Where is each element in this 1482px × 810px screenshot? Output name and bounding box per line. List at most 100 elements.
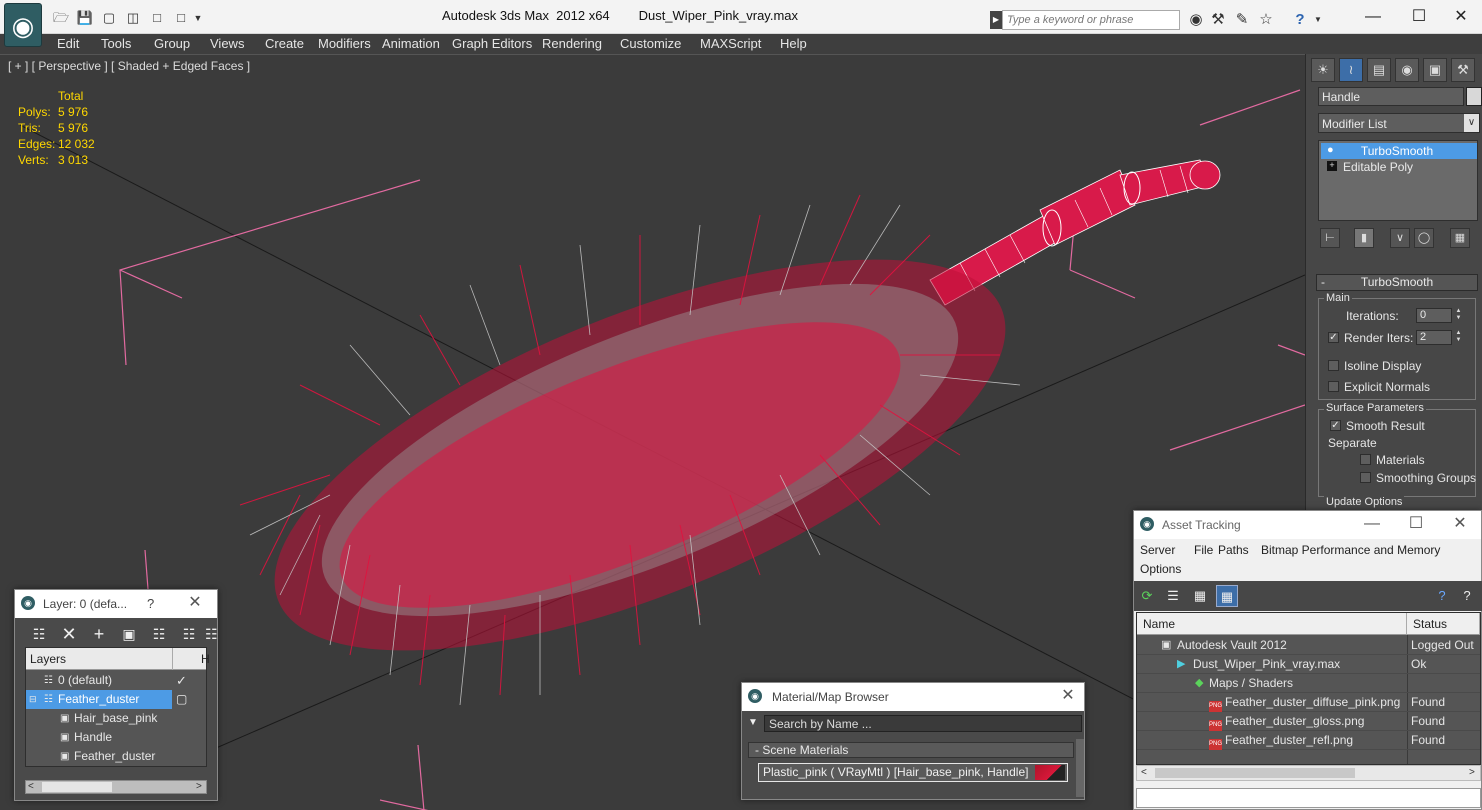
- scroll-thumb[interactable]: [1155, 768, 1355, 778]
- scroll-right-icon[interactable]: >: [1469, 767, 1475, 778]
- help-icon[interactable]: ?: [1431, 585, 1453, 607]
- scroll-right-icon[interactable]: >: [196, 781, 202, 792]
- column-header-name[interactable]: Name: [1137, 613, 1407, 635]
- menu-customize[interactable]: Customize: [620, 36, 681, 51]
- asset-row[interactable]: PNG Feather_duster_gloss.png Found: [1137, 712, 1480, 731]
- asset-row[interactable]: ◆ Maps / Shaders: [1137, 674, 1480, 693]
- layers-column-header[interactable]: Layers: [30, 652, 66, 666]
- select-objects-icon[interactable]: ▣: [119, 624, 139, 644]
- refresh-icon[interactable]: ⟳: [1136, 585, 1158, 607]
- minimize-button[interactable]: —: [1350, 4, 1396, 30]
- at-menu-server[interactable]: Server: [1140, 543, 1175, 557]
- help-dropdown-icon[interactable]: ▼: [1308, 10, 1328, 30]
- menu-graph-editors[interactable]: Graph Editors: [452, 36, 532, 51]
- render-iters-checkbox[interactable]: ✓: [1328, 332, 1339, 343]
- explicit-normals-checkbox[interactable]: [1328, 381, 1339, 392]
- at-menu-bitmap-performance[interactable]: Bitmap Performance and Memory: [1261, 543, 1440, 557]
- material-browser-close-button[interactable]: ✕: [1056, 687, 1080, 705]
- hide-all-icon[interactable]: ☷: [179, 624, 199, 644]
- open-file-icon[interactable]: 🗁: [52, 9, 70, 27]
- at-menu-file[interactable]: File: [1194, 543, 1213, 557]
- scroll-thumb[interactable]: [42, 782, 112, 792]
- at-menu-options[interactable]: Options: [1140, 562, 1181, 576]
- asset-horizontal-scrollbar[interactable]: < >: [1136, 765, 1481, 781]
- asset-row[interactable]: ▶ Dust_Wiper_Pink_vray.max Ok: [1137, 655, 1480, 674]
- column-header-status[interactable]: Status: [1407, 613, 1480, 635]
- list-view-icon[interactable]: ☰: [1162, 585, 1184, 607]
- iterations-field[interactable]: 0: [1416, 308, 1452, 323]
- scene-materials-group[interactable]: - Scene Materials: [748, 742, 1074, 758]
- materials-checkbox[interactable]: [1360, 454, 1371, 465]
- render-iters-field[interactable]: 2: [1416, 330, 1452, 345]
- layer-help-button[interactable]: ?: [147, 596, 154, 611]
- menu-help[interactable]: Help: [780, 36, 807, 51]
- app-logo-icon[interactable]: ◉: [4, 3, 42, 47]
- remove-modifier-icon[interactable]: ◯: [1414, 228, 1434, 248]
- viewport-label[interactable]: [ + ] [ Perspective ] [ Shaded + Edged F…: [8, 59, 250, 73]
- freeze-all-icon[interactable]: ☷: [205, 624, 218, 644]
- modify-tab-icon[interactable]: ≀: [1339, 58, 1363, 82]
- menu-maxscript[interactable]: MAXScript: [700, 36, 761, 51]
- object-color-swatch[interactable]: [1466, 87, 1482, 106]
- highlight-layer-icon[interactable]: ☷: [149, 624, 169, 644]
- chevron-down-icon[interactable]: ∨: [1464, 114, 1479, 132]
- layer-row[interactable]: ⊟ ☷ Feather_duster ▢: [26, 690, 206, 709]
- asset-close-button[interactable]: ✕: [1448, 515, 1472, 533]
- stack-item-turbosmooth[interactable]: TurboSmooth: [1321, 143, 1477, 159]
- menu-create[interactable]: Create: [265, 36, 304, 51]
- new-layer-icon[interactable]: ☷: [29, 624, 49, 644]
- search-input[interactable]: Type a keyword or phrase: [1002, 10, 1180, 30]
- layer-object-row[interactable]: ▣ Feather_duster: [26, 747, 206, 766]
- redo-icon[interactable]: □: [172, 9, 190, 27]
- make-unique-icon[interactable]: ∨: [1390, 228, 1410, 248]
- isoline-display-checkbox[interactable]: [1328, 360, 1339, 371]
- stack-item-editable-poly[interactable]: Editable Poly: [1321, 159, 1477, 175]
- material-vertical-scrollbar[interactable]: [1076, 739, 1084, 797]
- layer-close-button[interactable]: ✕: [183, 594, 207, 612]
- object-name-field[interactable]: Handle: [1318, 87, 1464, 106]
- asset-row[interactable]: ▣ Autodesk Vault 2012 Logged Out: [1137, 636, 1480, 655]
- current-layer-check-icon[interactable]: ✓: [176, 671, 187, 690]
- thumbnail-view-icon[interactable]: ▦: [1189, 585, 1211, 607]
- lightbulb-icon[interactable]: ●: [1327, 144, 1334, 156]
- configure-modifier-sets-icon[interactable]: ▦: [1450, 228, 1470, 248]
- at-menu-paths[interactable]: Paths: [1218, 543, 1249, 557]
- material-item[interactable]: Plastic_pink ( VRayMtl ) [Hair_base_pink…: [758, 763, 1068, 782]
- quick-access-dropdown-icon[interactable]: ▼: [192, 9, 204, 27]
- layer-object-row[interactable]: ▣ Handle: [26, 728, 206, 747]
- display-tab-icon[interactable]: ▣: [1423, 58, 1447, 82]
- add-to-layer-icon[interactable]: +: [89, 624, 109, 644]
- hierarchy-tab-icon[interactable]: ▤: [1367, 58, 1391, 82]
- menu-views[interactable]: Views: [210, 36, 244, 51]
- iterations-spinner-icon[interactable]: ▲ ▼: [1454, 308, 1463, 323]
- help-question-icon[interactable]: ?: [1290, 10, 1310, 30]
- visibility-icon[interactable]: ▢: [176, 690, 187, 709]
- search-expand-icon[interactable]: ▶: [990, 11, 1002, 29]
- hold-icon[interactable]: ◫: [124, 9, 142, 27]
- collapse-minus-icon[interactable]: ⊟: [29, 690, 37, 709]
- layer-object-row[interactable]: ▣ Hair_base_pink: [26, 709, 206, 728]
- close-button[interactable]: ✕: [1438, 4, 1482, 30]
- maximize-button[interactable]: ☐: [1396, 4, 1442, 30]
- asset-row[interactable]: PNG Feather_duster_diffuse_pink.png Foun…: [1137, 693, 1480, 712]
- asset-row[interactable]: PNG Feather_duster_refl.png Found: [1137, 731, 1480, 750]
- modifier-list-dropdown[interactable]: Modifier List: [1318, 113, 1480, 133]
- layer-row[interactable]: ☷ 0 (default) ✓: [26, 671, 206, 690]
- delete-layer-icon[interactable]: ✕: [59, 624, 79, 644]
- expand-plus-icon[interactable]: +: [1327, 161, 1337, 171]
- new-scene-icon[interactable]: ▢: [100, 9, 118, 27]
- smoothing-groups-checkbox[interactable]: [1360, 472, 1371, 483]
- show-end-result-icon[interactable]: ▮: [1354, 228, 1374, 248]
- menu-edit[interactable]: Edit: [57, 36, 79, 51]
- subscription-icon[interactable]: ✎: [1232, 10, 1252, 30]
- smooth-result-checkbox[interactable]: ✓: [1330, 420, 1341, 431]
- utilities-tab-icon[interactable]: ⚒: [1451, 58, 1475, 82]
- scroll-left-icon[interactable]: <: [1141, 767, 1147, 778]
- scroll-left-icon[interactable]: <: [28, 781, 34, 792]
- layer-horizontal-scrollbar[interactable]: < >: [25, 780, 207, 794]
- material-search-input[interactable]: Search by Name ...: [764, 715, 1082, 732]
- asset-maximize-button[interactable]: ☐: [1404, 515, 1428, 533]
- binoculars-icon[interactable]: ◉: [1186, 10, 1206, 30]
- settings-icon[interactable]: ?: [1456, 585, 1478, 607]
- menu-modifiers[interactable]: Modifiers: [318, 36, 371, 51]
